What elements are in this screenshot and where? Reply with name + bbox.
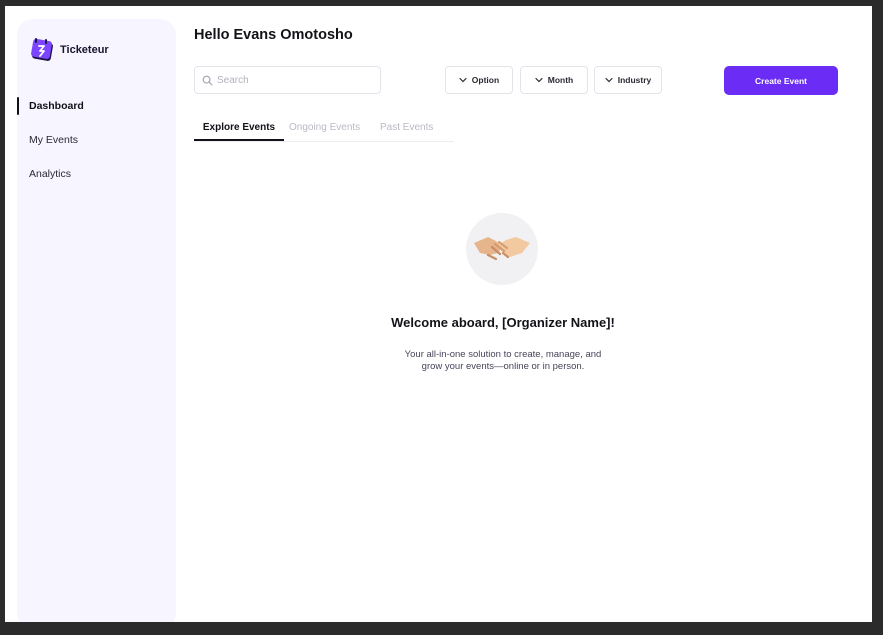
industry-filter-label: Industry (617, 75, 652, 85)
tab-past-events[interactable]: Past Events (380, 119, 433, 140)
search-box[interactable] (194, 66, 381, 94)
empty-state-title: Welcome aboard, [Organizer Name]! (391, 315, 615, 330)
search-icon (202, 75, 213, 86)
handshake-icon (466, 213, 538, 285)
search-input[interactable] (217, 74, 367, 86)
brand-logo[interactable]: Ticketeur (30, 37, 109, 63)
tab-explore-events[interactable]: Explore Events (194, 119, 284, 141)
sidebar-nav: Dashboard My Events Analytics (17, 96, 176, 198)
empty-state-description-line: grow your events—online or in person. (421, 361, 585, 372)
brand-name: Ticketeur (60, 44, 109, 56)
industry-filter-dropdown[interactable]: Industry (594, 66, 662, 94)
month-filter-dropdown[interactable]: Month (520, 66, 588, 94)
option-filter-label: Option (471, 75, 500, 85)
chevron-down-icon (535, 77, 543, 83)
ticket-logo-icon (30, 37, 56, 63)
event-tabs: Explore Events Ongoing Events Past Event… (194, 119, 454, 142)
chevron-down-icon (459, 77, 467, 83)
sidebar-item-dashboard[interactable]: Dashboard (17, 96, 176, 116)
month-filter-label: Month (547, 75, 574, 85)
option-filter-dropdown[interactable]: Option (445, 66, 513, 94)
sidebar-item-my-events[interactable]: My Events (17, 130, 176, 150)
page-title: Hello Evans Omotosho (194, 27, 353, 43)
empty-state-description: Your all-in-one solution to create, mana… (370, 349, 636, 373)
app-window: Ticketeur Dashboard My Events Analytics … (5, 6, 872, 622)
tab-ongoing-events[interactable]: Ongoing Events (289, 119, 360, 140)
sidebar-item-analytics[interactable]: Analytics (17, 164, 176, 184)
empty-state-description-line: Your all-in-one solution to create, mana… (404, 349, 602, 360)
sidebar: Ticketeur Dashboard My Events Analytics (17, 19, 176, 622)
chevron-down-icon (605, 77, 613, 83)
create-event-button[interactable]: Create Event (724, 66, 838, 95)
